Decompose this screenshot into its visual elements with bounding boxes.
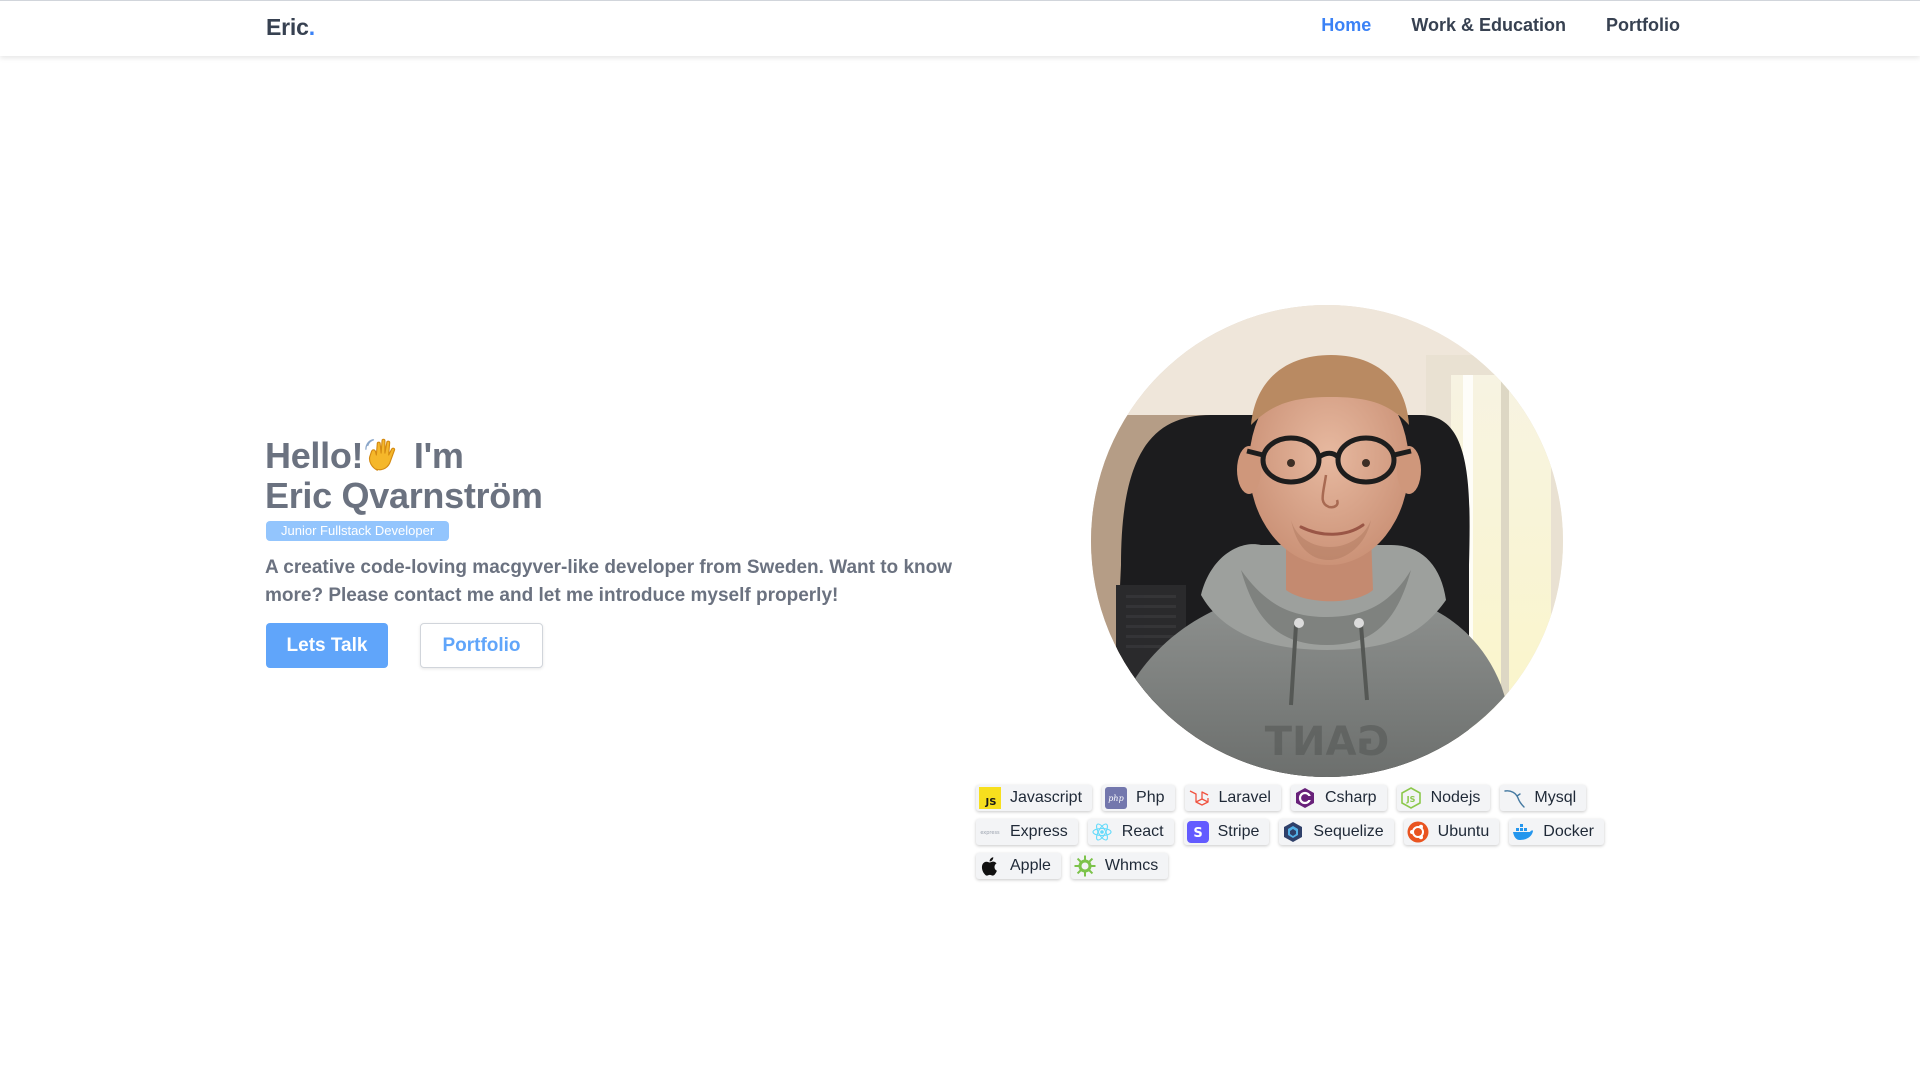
svg-text:JS: JS (985, 797, 997, 808)
profile-photo: GANT (1091, 305, 1563, 777)
skill-tag-javascript: JS Javascript (976, 785, 1093, 811)
svg-text:S: S (1193, 826, 1202, 841)
sequelize-icon (1281, 820, 1305, 844)
nav-links: Home Work & Education Portfolio (1321, 15, 1680, 36)
skill-tag-nodejs: JS Nodejs (1396, 785, 1491, 811)
hero-title: Hello! I'm Eric Qvarnström (265, 436, 543, 516)
skill-label: Javascript (1010, 789, 1083, 806)
skill-tag-apple: Apple (976, 853, 1061, 879)
skill-label: Mysql (1534, 789, 1577, 806)
react-icon (1090, 820, 1114, 844)
skill-label: Nodejs (1430, 789, 1481, 806)
express-icon: express (978, 820, 1002, 844)
nav-link-portfolio[interactable]: Portfolio (1606, 15, 1680, 36)
role-badge: Junior Fullstack Developer (266, 521, 450, 541)
skill-label: Docker (1543, 823, 1594, 840)
lets-talk-button[interactable]: Lets Talk (266, 623, 388, 668)
ubuntu-icon (1406, 820, 1430, 844)
svg-text:php: php (1108, 794, 1123, 803)
skills-row: express Express React S Stripe Sequelize… (976, 819, 1606, 845)
skill-label: Laravel (1218, 789, 1271, 806)
portfolio-button[interactable]: Portfolio (420, 623, 543, 668)
skill-label: Php (1136, 789, 1165, 806)
nodejs-icon: JS (1399, 786, 1423, 810)
im-text: I'm (413, 435, 464, 476)
hero-name: Eric Qvarnström (265, 475, 543, 516)
navbar: Eric. Home Work & Education Portfolio (0, 0, 1920, 56)
stripe-icon: S (1186, 820, 1210, 844)
skills-row: Apple Whmcs (976, 853, 1606, 879)
skill-label: Apple (1010, 857, 1051, 874)
skill-label: Csharp (1324, 789, 1377, 806)
whmcs-icon (1073, 854, 1097, 878)
profile-photo-illustration: GANT (1091, 305, 1563, 777)
skill-label: Express (1010, 823, 1068, 840)
skill-tag-php: php Php (1102, 785, 1175, 811)
docker-icon (1511, 820, 1535, 844)
skill-tag-csharp: Csharp (1290, 785, 1387, 811)
skills-tags: JS Javascript php Php Laravel Csharp JS … (976, 785, 1606, 887)
hero-description: A creative code-loving macgyver-like dev… (265, 557, 952, 606)
svg-text:express: express (980, 830, 1000, 836)
waving-hand-icon (364, 436, 402, 474)
nav-link-home[interactable]: Home (1321, 15, 1371, 36)
greeting-text: Hello! (265, 435, 364, 476)
greeting-line: Hello! I'm (265, 436, 543, 476)
skill-tag-express: express Express (976, 819, 1078, 845)
apple-icon (978, 854, 1002, 878)
skill-label: Sequelize (1313, 823, 1384, 840)
skill-tag-mysql: Mysql (1500, 785, 1587, 811)
skill-tag-stripe: S Stripe (1183, 819, 1270, 845)
nav-link-work-education[interactable]: Work & Education (1411, 15, 1566, 36)
skill-tag-docker: Docker (1509, 819, 1604, 845)
skill-tag-react: React (1087, 819, 1174, 845)
skill-tag-sequelize: Sequelize (1279, 819, 1394, 845)
brand-logo[interactable]: Eric. (266, 14, 315, 41)
php-icon: php (1104, 786, 1128, 810)
skills-row: JS Javascript php Php Laravel Csharp JS … (976, 785, 1606, 811)
csharp-icon (1293, 786, 1317, 810)
skill-tag-ubuntu: Ubuntu (1403, 819, 1500, 845)
laravel-icon (1187, 786, 1211, 810)
skill-label: React (1121, 823, 1164, 840)
skill-tag-laravel: Laravel (1184, 785, 1281, 811)
skill-label: Stripe (1217, 823, 1260, 840)
skill-tag-whmcs: Whmcs (1070, 853, 1169, 879)
skill-label: Ubuntu (1437, 823, 1490, 840)
svg-text:JS: JS (1405, 795, 1415, 804)
svg-text:GANT: GANT (1264, 719, 1389, 765)
mysql-icon (1502, 786, 1526, 810)
javascript-icon: JS (978, 786, 1002, 810)
skill-label: Whmcs (1104, 857, 1159, 874)
